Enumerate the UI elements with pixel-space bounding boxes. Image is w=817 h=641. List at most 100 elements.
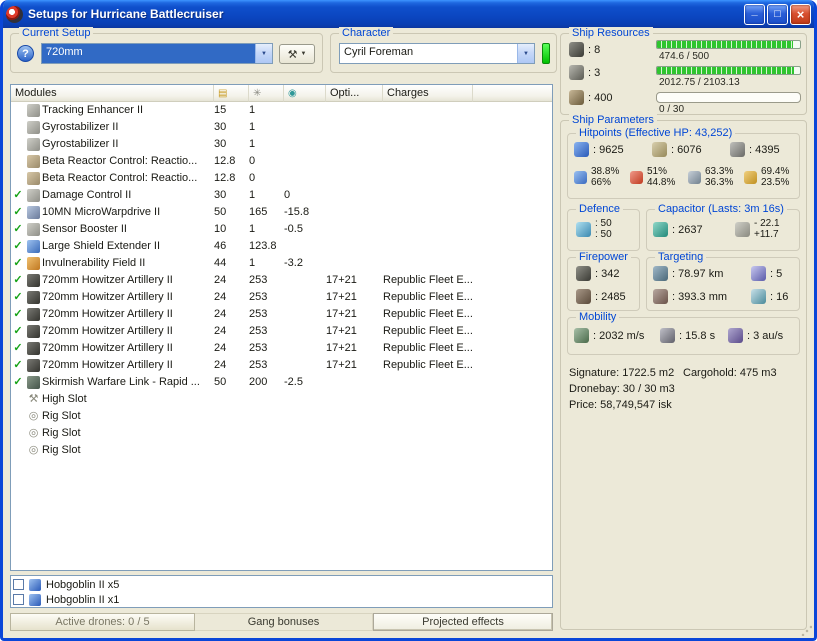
module-active-check-icon [11,374,25,391]
module-row[interactable]: 720mm Howitzer Artillery II 24 253 17+21… [11,289,552,306]
targeting-range-value: : 78.97 km [672,267,724,280]
active-drones-panel-header[interactable]: Active drones: 0 / 5 [10,613,195,631]
ship-parameters-group: Ship Parameters Hitpoints (Effective HP:… [560,114,807,630]
dronebay-bar [656,92,801,103]
drone-row[interactable]: Hobgoblin II x5 [13,577,550,592]
module-row[interactable]: 720mm Howitzer Artillery II 24 253 17+21… [11,340,552,357]
module-pg-value: 1 [249,223,256,235]
module-pg-value: 253 [249,359,268,371]
app-icon [6,5,23,23]
module-name: Large Shield Extender II [42,240,161,252]
modules-list: Modules Opti... Charges Tracking Enhance… [10,84,553,571]
modules-column-header[interactable]: Modules [11,85,214,102]
module-row[interactable]: Rig Slot [11,425,552,442]
module-active-check-icon [11,323,25,340]
module-cpu-value: 24 [214,359,227,371]
module-row[interactable]: Beta Reactor Control: Reactio... 12.8 0 [11,153,552,170]
module-icon [27,121,40,134]
module-charge-value: Republic Fleet E... [383,342,473,354]
module-opti-value: 17+21 [326,274,357,286]
module-row[interactable]: Invulnerability Field II 44 1 -3.2 [11,255,552,272]
chevron-down-icon: ▼ [261,50,267,57]
firepower-group: Firepower : 342 : 2485 [567,251,640,311]
module-icon [27,223,40,236]
module-row[interactable]: High Slot [11,391,552,408]
module-active-check-icon [11,187,25,204]
module-name: 720mm Howitzer Artillery II [42,325,173,337]
setup-select[interactable]: 720mm ▼ [41,43,273,64]
drone-row[interactable]: Hobgoblin II x1 [13,592,550,607]
help-button[interactable]: ? [17,45,34,62]
cpu-column-header[interactable] [214,85,249,102]
setup-tools-button[interactable]: ⚒ ▼ [279,44,315,64]
module-name: Sensor Booster II [42,223,127,235]
module-icon [27,206,40,219]
module-cpu-value: 50 [214,376,227,388]
capacitor-delta-in: +11.7 [754,229,779,240]
targeting-range-icon [653,266,668,281]
minimize-button[interactable]: _ [744,3,765,25]
module-row[interactable]: Tracking Enhancer II 15 1 [11,102,552,119]
module-row[interactable]: Rig Slot [11,442,552,459]
module-row[interactable]: Damage Control II 30 1 0 [11,187,552,204]
capacitor-column-icon [288,88,297,99]
resize-gripper[interactable] [800,624,812,636]
module-name: 720mm Howitzer Artillery II [42,291,173,303]
module-row[interactable]: Sensor Booster II 10 1 -0.5 [11,221,552,238]
projected-effects-panel-header[interactable]: Projected effects [373,613,553,631]
scan-resolution-value: : 393.3 mm [672,290,728,303]
module-row[interactable]: 720mm Howitzer Artillery II 24 253 17+21… [11,272,552,289]
module-active-check-icon [11,289,25,306]
drone-active-checkbox[interactable] [13,594,24,605]
module-row[interactable]: Large Shield Extender II 46 123.8 [11,238,552,255]
kinetic-resist-icon [688,170,701,184]
mobility-group: Mobility : 2032 m/s : 15.8 s : 3 au/s [567,311,800,355]
em-resist-icon [574,170,587,184]
gang-bonuses-panel-header[interactable]: Gang bonuses [195,613,373,631]
module-row[interactable]: Beta Reactor Control: Reactio... 12.8 0 [11,170,552,187]
window-title: Setups for Hurricane Battlecruiser [28,7,224,21]
module-pg-value: 200 [249,376,268,388]
module-name: Gyrostabilizer II [42,138,119,150]
maximize-icon: □ [774,8,781,20]
module-pg-value: 253 [249,291,268,303]
module-cpu-value: 24 [214,291,227,303]
module-charge-value: Republic Fleet E... [383,325,473,337]
module-icon [27,189,40,202]
powergrid-column-header[interactable] [249,85,284,102]
module-name: 720mm Howitzer Artillery II [42,274,173,286]
turret-hardpoints-icon [569,42,584,57]
module-row[interactable]: 720mm Howitzer Artillery II 24 253 17+21… [11,357,552,374]
module-row[interactable]: 10MN MicroWarpdrive II 50 165 -15.8 [11,204,552,221]
title-bar[interactable]: Setups for Hurricane Battlecruiser _ □ × [3,0,814,28]
module-row[interactable]: 720mm Howitzer Artillery II 24 253 17+21… [11,323,552,340]
close-button[interactable]: × [790,3,811,25]
module-icon [27,359,40,372]
module-row[interactable]: Rig Slot [11,408,552,425]
structure-hp-value: : 4395 [749,143,780,156]
warp-speed-icon [728,328,743,343]
module-row[interactable]: 720mm Howitzer Artillery II 24 253 17+21… [11,306,552,323]
current-setup-group: Current Setup ? 720mm ▼ ⚒ ▼ [10,27,323,73]
module-cpu-value: 24 [214,342,227,354]
maximize-button[interactable]: □ [767,3,788,25]
optimal-column-header[interactable]: Opti... [326,85,383,102]
charges-column-header[interactable]: Charges [383,85,473,102]
module-active-check-icon [11,340,25,357]
module-row[interactable]: Skirmish Warfare Link - Rapid ... 50 200… [11,374,552,391]
module-charge-value: Republic Fleet E... [383,274,473,286]
max-targets-icon [751,266,766,281]
character-select[interactable]: Cyril Foreman ▼ [339,43,535,64]
dronebay-text: Dronebay: 30 / 30 m3 [569,383,675,395]
capacitor-column-header[interactable] [284,85,326,102]
module-active-check-icon [11,238,25,255]
dps-value: : 342 [595,267,620,280]
module-pg-value: 253 [249,308,268,320]
ship-resources-group: Ship Resources : 8 : 3 : 400 474.6 / 500… [560,27,807,115]
module-row[interactable]: Gyrostabilizer II 30 1 [11,136,552,153]
drone-active-checkbox[interactable] [13,579,24,590]
module-row[interactable]: Gyrostabilizer II 30 1 [11,119,552,136]
launcher-hardpoints-value: : 3 [588,66,601,79]
projected-effects-panel-label: Projected effects [422,616,504,628]
active-drones-panel-label: Active drones: 0 / 5 [55,616,150,628]
